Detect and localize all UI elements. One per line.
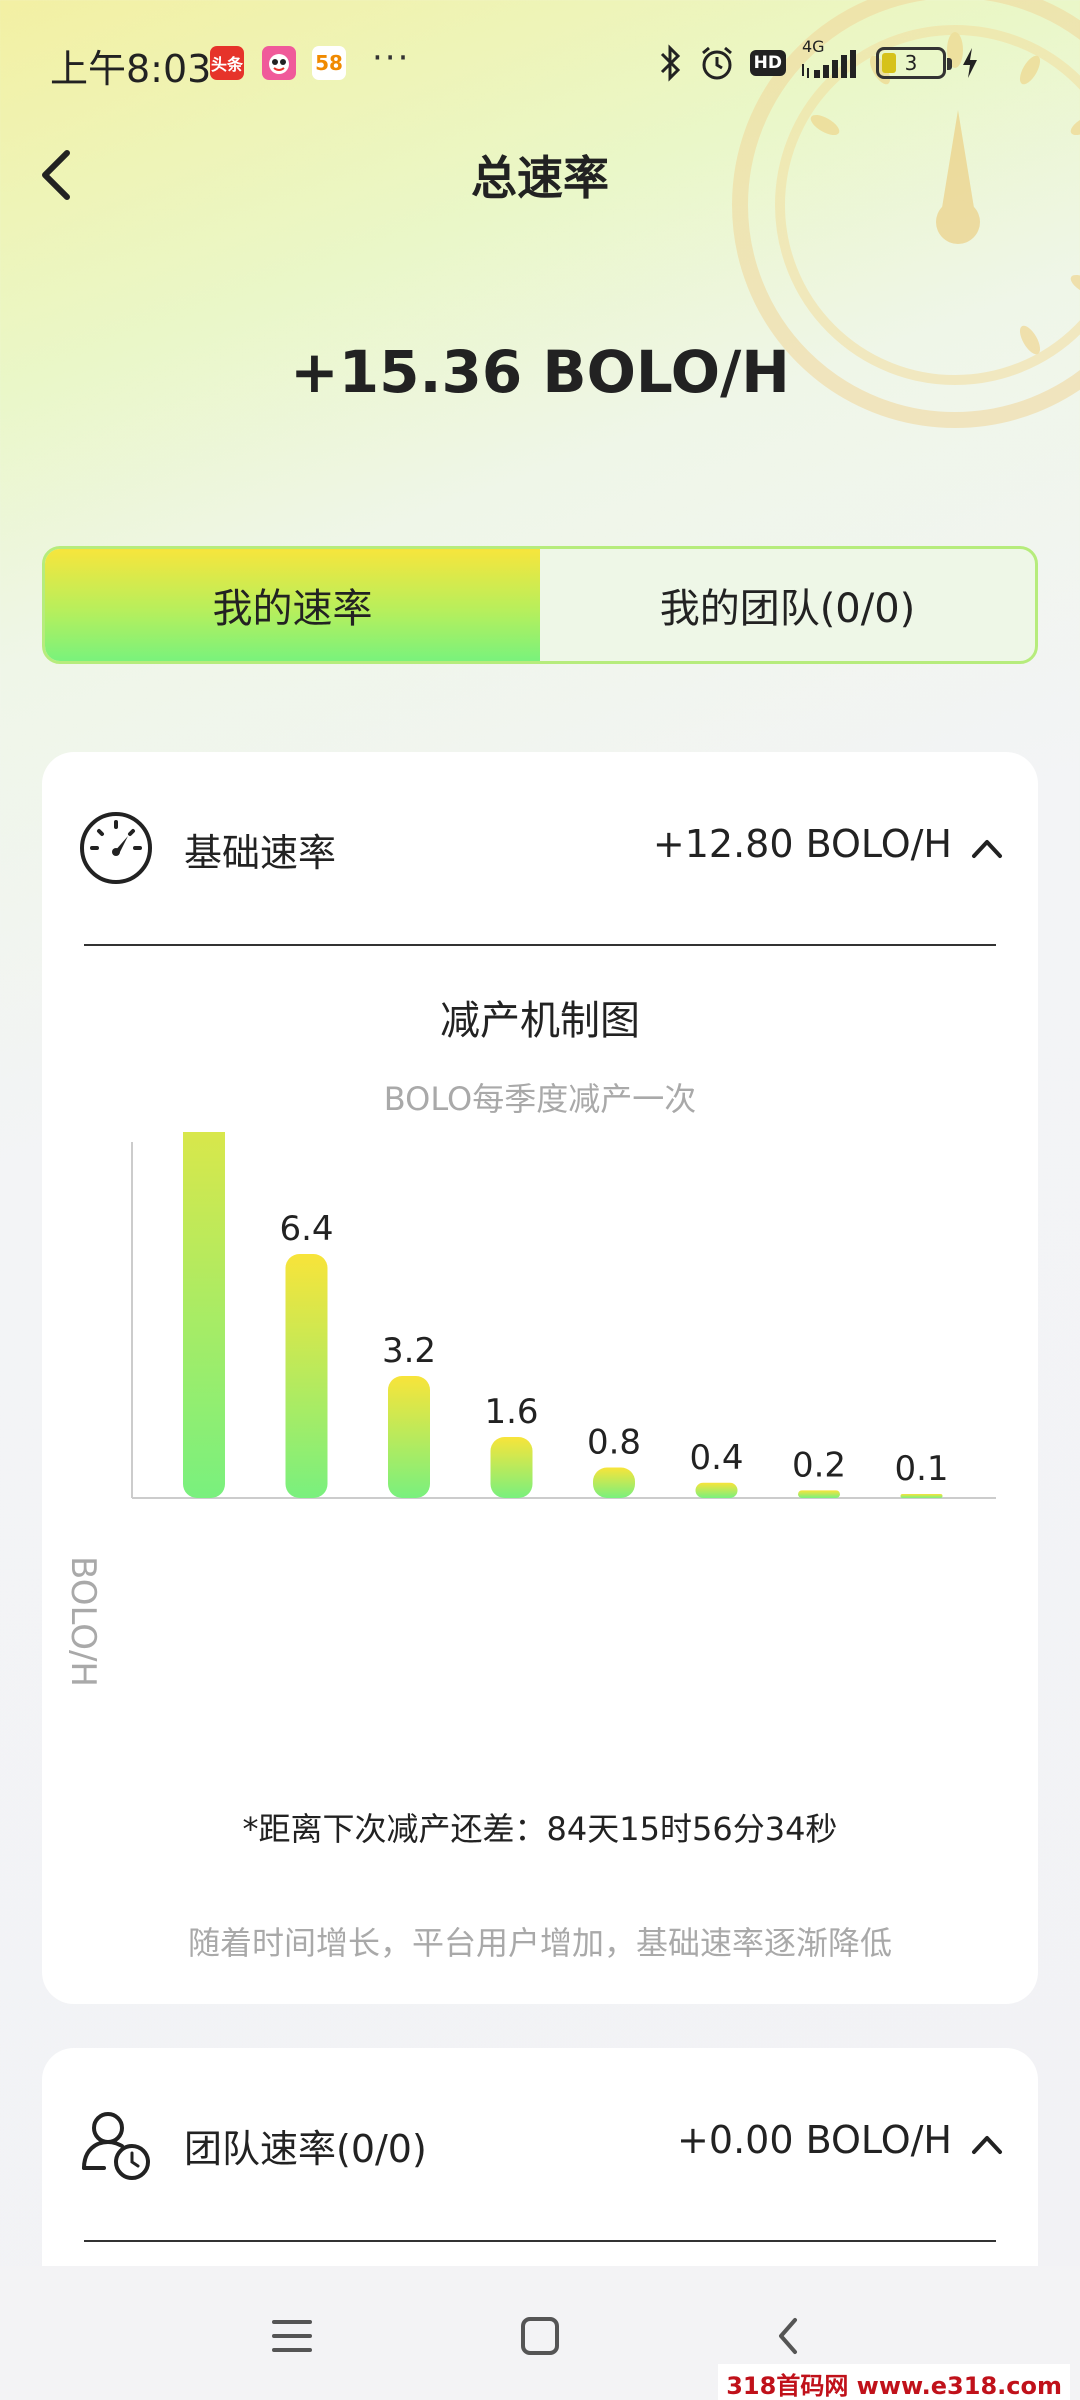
- next-cut-countdown: *距离下次减产还差：84天15时56分34秒: [242, 1810, 838, 1848]
- chart-bar: [798, 1490, 840, 1498]
- alarm-icon: [698, 43, 736, 83]
- watermark: 318首码网 www.e318.com: [718, 2364, 1070, 2400]
- production-cut-bar-chart: BOLO/H 12.8当前速率6.43.21.60.80.40.20.1: [63, 1132, 996, 1687]
- bar-value-label: 0.2: [792, 1445, 846, 1485]
- cartoon-app-icon: [262, 46, 296, 80]
- chart-footnote: 随着时间增长，平台用户增加，基础速率逐渐降低: [187, 1924, 892, 1962]
- status-time: 上午8:03: [50, 47, 212, 91]
- team-rate-value: +0.00 BOLO/H: [677, 2118, 952, 2162]
- bar-value-label: 1.6: [484, 1392, 538, 1432]
- rate-tabs: 我的速率 我的团队(0/0): [42, 546, 1038, 664]
- page-title: 总速率: [471, 151, 609, 205]
- chart-bar: [593, 1467, 635, 1498]
- chevron-up-icon[interactable]: [970, 2128, 1004, 2162]
- basic-rate-title: 基础速率: [184, 831, 337, 875]
- charging-icon: [960, 43, 980, 83]
- bar-value-label: 0.1: [894, 1449, 948, 1489]
- bar-value-label: 0.4: [689, 1438, 743, 1478]
- battery-icon: 3: [876, 43, 952, 83]
- total-rate-value: +15.36 BOLO/H: [290, 338, 790, 406]
- bar-value-label: 0.8: [587, 1423, 641, 1463]
- menu-icon: [272, 2320, 312, 2352]
- bluetooth-icon: [658, 43, 684, 83]
- basic-rate-value: +12.80 BOLO/H: [652, 822, 952, 866]
- tab-my-team[interactable]: 我的团队(0/0): [540, 549, 1035, 661]
- signal-4g-icon: 4G: [800, 37, 862, 83]
- status-bar: 上午8:03 头条 58 ··· HD 4G 3: [0, 0, 1080, 126]
- back-chevron-icon: [779, 2318, 797, 2354]
- chart-bar: [285, 1254, 328, 1498]
- team-rate-title: 团队速率(0/0): [184, 2127, 427, 2171]
- card-divider: [84, 944, 996, 946]
- home-button[interactable]: [500, 2296, 580, 2376]
- 58-app-icon: 58: [312, 46, 346, 80]
- chart-bar: [490, 1437, 533, 1498]
- home-square-icon: [521, 2317, 559, 2355]
- menu-button[interactable]: [252, 2296, 332, 2376]
- chevron-up-icon[interactable]: [970, 832, 1004, 866]
- hd-icon: HD: [749, 43, 786, 83]
- more-notifications-icon: ···: [372, 38, 411, 78]
- chart-bar: [900, 1494, 943, 1498]
- chart-bar: [388, 1376, 430, 1498]
- bar-value-label: 3.2: [382, 1331, 436, 1371]
- card-divider: [84, 2240, 996, 2242]
- chart-bar: [183, 1132, 225, 1498]
- basic-rate-header[interactable]: 基础速率 +12.80 BOLO/H: [42, 752, 1038, 944]
- toutiao-app-icon: 头条: [210, 46, 244, 80]
- tab-my-rate[interactable]: 我的速率: [45, 549, 540, 661]
- chart-bar: [695, 1482, 738, 1498]
- team-rate-header[interactable]: 团队速率(0/0) +0.00 BOLO/H: [42, 2048, 1038, 2240]
- basic-rate-card: 基础速率 +12.80 BOLO/H 减产机制图 BOLO每季度减产一次 BOL…: [42, 752, 1038, 2004]
- y-axis-label: BOLO/H: [63, 1556, 103, 1687]
- bar-value-label: 6.4: [279, 1209, 333, 1249]
- speedometer-icon: [80, 812, 152, 884]
- chart-title: 减产机制图: [440, 998, 640, 1044]
- app-header: 总速率: [0, 126, 1080, 216]
- chart-subtitle: BOLO每季度减产一次: [383, 1080, 697, 1118]
- team-speed-icon: [82, 2112, 150, 2180]
